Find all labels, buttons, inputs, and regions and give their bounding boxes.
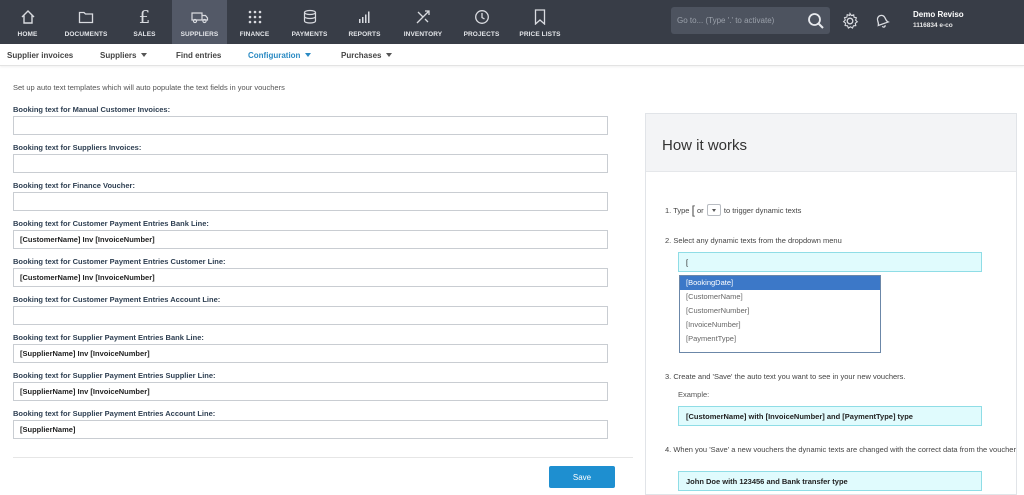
grid-icon xyxy=(246,8,264,26)
dynamic-text-dropdown: [BookingDate] [CustomerName] [CustomerNu… xyxy=(679,275,881,353)
chevron-down-icon xyxy=(305,53,312,57)
nav-label: SUPPLIERS xyxy=(180,31,219,38)
step-4: 4. When you 'Save' a new vouchers the dy… xyxy=(665,445,1016,454)
main-nav: HOME DOCUMENTS £ SALES SUPPLIERS FINANCE xyxy=(0,0,571,44)
nav-payments[interactable]: PAYMENTS xyxy=(282,0,337,44)
example-template: [CustomerName] with [InvoiceNumber] and … xyxy=(678,406,982,426)
truck-icon xyxy=(190,8,209,26)
bar-chart-icon xyxy=(356,8,374,26)
subnav-purchases[interactable]: Purchases xyxy=(341,51,393,60)
nav-label: FINANCE xyxy=(239,31,270,38)
clock-icon xyxy=(473,8,491,26)
search-input[interactable] xyxy=(677,13,803,28)
supplier-payment-supplier-line-input[interactable] xyxy=(13,382,608,401)
subnav-find-entries[interactable]: Find entries xyxy=(176,51,221,60)
step-1: 1. Type [ or to trigger dynamic texts xyxy=(665,203,801,217)
field-label: Booking text for Customer Payment Entrie… xyxy=(13,257,226,266)
nav-label: PRICE LISTS xyxy=(519,31,561,38)
dropdown-option: [CustomerName] xyxy=(686,292,743,301)
pound-icon: £ xyxy=(138,6,151,28)
dropdown-option: [PaymentType] xyxy=(686,334,737,343)
nav-label: HOME xyxy=(17,31,38,38)
bell-icon[interactable] xyxy=(872,11,892,31)
account-number: 1116834 e-co xyxy=(913,22,953,29)
nav-label: DOCUMENTS xyxy=(64,31,108,38)
intro-text: Set up auto text templates which will au… xyxy=(13,83,285,92)
nav-label: INVENTORY xyxy=(403,31,443,38)
step-1-rest: to trigger dynamic texts xyxy=(723,206,802,215)
save-button[interactable]: Save xyxy=(549,466,615,488)
nav-home[interactable]: HOME xyxy=(0,0,55,44)
search-icon[interactable] xyxy=(806,11,826,31)
subnav-label: Find entries xyxy=(176,51,222,60)
field-label: Booking text for Suppliers Invoices: xyxy=(13,143,142,152)
folder-icon xyxy=(77,8,95,26)
finance-voucher-input[interactable] xyxy=(13,192,608,211)
step-1-text: 1. Type xyxy=(665,206,690,215)
step-1-or: or xyxy=(697,206,704,215)
dropdown-option: [CustomerNumber] xyxy=(686,306,750,315)
dropdown-option: [InvoiceNumber] xyxy=(686,320,741,329)
subnav-supplier-invoices[interactable]: Supplier invoices xyxy=(7,51,73,60)
field-label: Booking text for Customer Payment Entrie… xyxy=(13,295,221,304)
nav-finance[interactable]: FINANCE xyxy=(227,0,282,44)
bookmark-icon xyxy=(531,8,549,26)
user-name: Demo Reviso xyxy=(913,10,964,19)
top-navigation-bar: HOME DOCUMENTS £ SALES SUPPLIERS FINANCE xyxy=(0,0,1024,44)
step-3: 3. Create and 'Save' the auto text you w… xyxy=(665,372,906,381)
subnav-label: Suppliers xyxy=(100,51,137,60)
field-label: Booking text for Supplier Payment Entrie… xyxy=(13,333,204,342)
subnav-label: Configuration xyxy=(248,51,301,60)
field-label: Booking text for Supplier Payment Entrie… xyxy=(13,409,216,418)
sub-navigation: Supplier invoices Suppliers Find entries… xyxy=(0,44,1024,66)
field-label: Booking text for Manual Customer Invoice… xyxy=(13,105,171,114)
inventory-icon xyxy=(414,8,432,26)
nav-inventory[interactable]: INVENTORY xyxy=(392,0,454,44)
nav-suppliers[interactable]: SUPPLIERS xyxy=(172,0,227,44)
divider xyxy=(13,457,633,458)
demo-input: [ xyxy=(678,252,982,272)
subnav-label: Supplier invoices xyxy=(7,51,74,60)
nav-price-lists[interactable]: PRICE LISTS xyxy=(509,0,571,44)
dropdown-arrow-icon xyxy=(706,204,721,216)
gear-icon[interactable] xyxy=(840,11,860,31)
home-icon xyxy=(19,8,37,26)
chevron-down-icon xyxy=(386,53,393,57)
nav-sales[interactable]: £ SALES xyxy=(117,0,172,44)
nav-documents[interactable]: DOCUMENTS xyxy=(55,0,117,44)
coins-icon xyxy=(301,8,319,26)
field-label: Booking text for Customer Payment Entrie… xyxy=(13,219,209,228)
nav-label: PROJECTS xyxy=(463,31,500,38)
nav-label: SALES xyxy=(133,31,156,38)
field-label: Booking text for Supplier Payment Entrie… xyxy=(13,371,216,380)
nav-label: PAYMENTS xyxy=(291,31,328,38)
field-label: Booking text for Finance Voucher: xyxy=(13,181,135,190)
nav-label: REPORTS xyxy=(348,31,381,38)
user-info[interactable]: Demo Reviso 1116834 e-co xyxy=(913,10,964,29)
nav-reports[interactable]: REPORTS xyxy=(337,0,392,44)
manual-customer-invoices-input[interactable] xyxy=(13,116,608,135)
how-it-works-panel: How it works 1. Type [ or to trigger dyn… xyxy=(645,113,1017,495)
customer-payment-bank-line-input[interactable] xyxy=(13,230,608,249)
supplier-payment-bank-line-input[interactable] xyxy=(13,344,608,363)
subnav-configuration[interactable]: Configuration xyxy=(248,51,312,60)
supplier-payment-account-line-input[interactable] xyxy=(13,420,608,439)
example-result: John Doe with 123456 and Bank transfer t… xyxy=(678,471,982,491)
chevron-down-icon xyxy=(141,53,148,57)
suppliers-invoices-input[interactable] xyxy=(13,154,608,173)
example-label: Example: xyxy=(678,390,710,399)
nav-projects[interactable]: PROJECTS xyxy=(454,0,509,44)
step-2: 2. Select any dynamic texts from the dro… xyxy=(665,236,842,245)
subnav-suppliers[interactable]: Suppliers xyxy=(100,51,148,60)
customer-payment-account-line-input[interactable] xyxy=(13,306,608,325)
panel-header: How it works xyxy=(646,114,1016,172)
bracket-key: [ xyxy=(691,203,695,217)
subnav-label: Purchases xyxy=(341,51,382,60)
panel-title: How it works xyxy=(662,137,748,154)
search-box xyxy=(671,7,830,34)
dropdown-option: [BookingDate] xyxy=(680,276,880,290)
customer-payment-customer-line-input[interactable] xyxy=(13,268,608,287)
